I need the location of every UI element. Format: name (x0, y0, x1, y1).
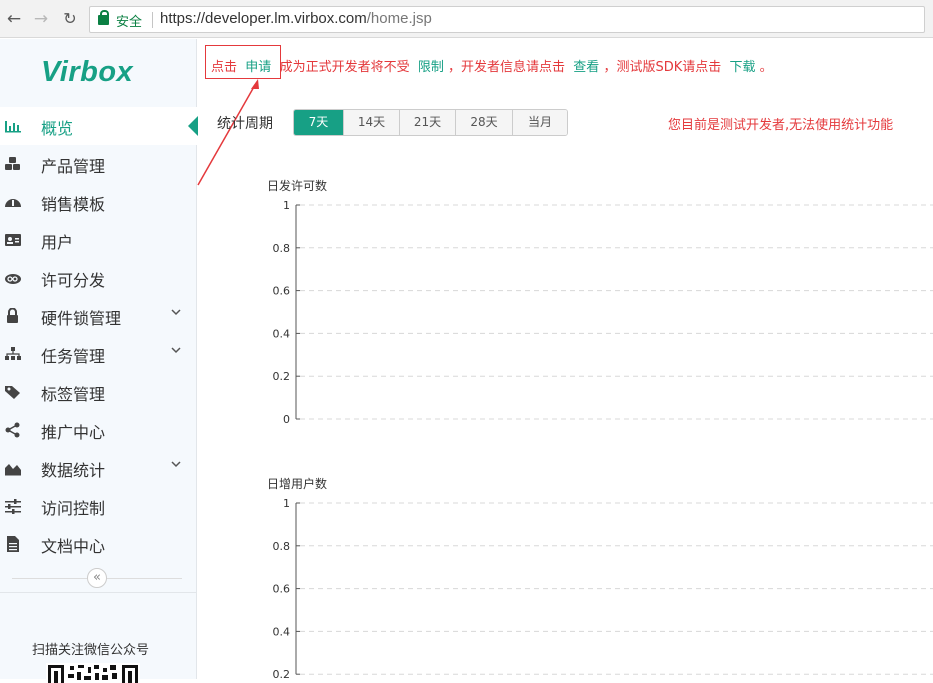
sidebar-item-label: 任务管理 (41, 347, 106, 366)
sidebar-item[interactable]: 文档中心 (0, 525, 197, 563)
sidebar-item-label: 文档中心 (41, 537, 106, 556)
developer-notice: 点击 申请 成为正式开发者将不受 限制 ，开发者信息请点击 查看 ，测试版SDK… (211, 56, 773, 75)
sidebar-item-label: 推广中心 (41, 423, 106, 442)
notice-text: 成为正式开发者将不受 (279, 60, 410, 75)
sidebar-divider (0, 592, 197, 593)
sidebar-item[interactable]: 数据统计 (0, 449, 197, 487)
view-link[interactable]: 查看 (573, 60, 599, 75)
chevron-down-icon (170, 344, 182, 360)
chart-plot: 1 0.8 0.6 0.4 0.2 (273, 497, 933, 681)
sidebar-item[interactable]: 硬件锁管理 (0, 297, 197, 335)
period-tab[interactable]: 当月 (513, 110, 567, 135)
period-tab[interactable]: 14天 (344, 110, 400, 135)
y-tick-label: 0.4 (273, 327, 291, 340)
sidebar-item-label: 用户 (41, 233, 74, 252)
sidebar-item-label: 产品管理 (41, 157, 106, 176)
forward-arrow-icon[interactable]: → (31, 8, 51, 30)
url-text[interactable]: https://developer.lm.virbox.com/home.jsp (160, 10, 432, 27)
notice-text: 。 (759, 60, 773, 75)
y-tick-label: 0 (283, 413, 290, 426)
sidebar-item-label: 硬件锁管理 (41, 309, 122, 328)
y-tick-label: 0.6 (273, 583, 291, 596)
document-icon (4, 536, 22, 552)
back-arrow-icon[interactable]: ← (4, 8, 24, 30)
y-tick-label: 1 (283, 497, 290, 510)
y-tick-label: 0.2 (273, 370, 291, 383)
browser-toolbar: ← → ↻ 安全 https://developer.lm.virbox.com… (0, 0, 933, 38)
sidebar-item-label: 访问控制 (41, 499, 106, 518)
notice-text: ，测试版SDK请点击 (603, 60, 722, 75)
chevron-down-icon (170, 306, 182, 322)
sidebar-item[interactable]: 任务管理 (0, 335, 197, 373)
y-tick-label: 0.2 (273, 668, 291, 681)
limit-link[interactable]: 限制 (418, 60, 444, 75)
tags-icon (4, 384, 22, 400)
qr-label: 扫描关注微信公众号 (32, 643, 150, 658)
url-host: https://developer.lm.virbox.com (160, 10, 367, 27)
y-tick-label: 0.8 (273, 540, 291, 553)
period-label: 统计周期 (217, 116, 273, 132)
sidebar-item[interactable]: 推广中心 (0, 411, 197, 449)
notice-text: 点击 (211, 60, 238, 75)
cubes-icon (4, 156, 22, 172)
dashboard-icon (4, 194, 22, 210)
y-tick-label: 1 (283, 199, 290, 212)
sidebar-item[interactable]: 概览 (0, 107, 198, 145)
chevron-down-icon (170, 458, 182, 474)
period-tab[interactable]: 28天 (456, 110, 513, 135)
sidebar-item-label: 销售模板 (41, 195, 106, 214)
notice-text: ，开发者信息请点击 (448, 60, 566, 75)
apply-link[interactable]: 申请 (245, 60, 271, 75)
lock-icon (98, 10, 109, 25)
reload-icon[interactable]: ↻ (60, 8, 80, 30)
chart-plot: 1 0.8 0.6 0.4 0.2 0 (273, 199, 933, 426)
address-bar[interactable]: 安全 https://developer.lm.virbox.com/home.… (89, 6, 925, 33)
collapse-sidebar-button[interactable]: « (87, 568, 107, 588)
period-tab[interactable]: 7天 (294, 110, 344, 135)
id-card-icon (4, 232, 22, 248)
sidebar-item-label: 许可分发 (41, 271, 106, 290)
area-chart-icon (4, 460, 22, 476)
sidebar-item[interactable]: 用户 (0, 221, 197, 259)
cloud-icon (4, 270, 22, 286)
period-tabs: 7天 14天 21天 28天 当月 (293, 109, 568, 136)
chart-daily-licenses: 日发许可数 1 0.8 0.6 0.4 0.2 0 (260, 177, 933, 437)
y-tick-label: 0.4 (273, 625, 291, 638)
logo[interactable]: Virbox (41, 56, 133, 89)
developer-warning: 您目前是测试开发者,无法使用统计功能 (668, 118, 894, 133)
sidebar: Virbox 概览产品管理销售模板用户许可分发硬件锁管理任务管理标签管理推广中心… (0, 39, 198, 683)
url-separator (152, 12, 153, 28)
period-tab[interactable]: 21天 (400, 110, 456, 135)
bar-chart-icon (4, 118, 22, 134)
sidebar-item[interactable]: 标签管理 (0, 373, 197, 411)
share-icon (4, 422, 22, 438)
chart-daily-new-users: 日增用户数 1 0.8 0.6 0.4 0.2 (260, 475, 933, 681)
sidebar-item-label: 标签管理 (41, 385, 106, 404)
y-tick-label: 0.8 (273, 242, 291, 255)
sitemap-icon (4, 346, 22, 362)
download-link[interactable]: 下载 (730, 60, 756, 75)
qr-code-image (46, 663, 140, 683)
sidebar-item[interactable]: 产品管理 (0, 145, 197, 183)
sidebar-item[interactable]: 销售模板 (0, 183, 197, 221)
sliders-icon (4, 498, 22, 514)
secure-label: 安全 (116, 15, 143, 30)
lock-icon (4, 307, 22, 324)
sidebar-item[interactable]: 许可分发 (0, 259, 197, 297)
sidebar-item-label: 数据统计 (41, 461, 106, 480)
sidebar-item[interactable]: 访问控制 (0, 487, 197, 525)
url-path: /home.jsp (366, 10, 432, 27)
sidebar-item-label: 概览 (41, 119, 74, 138)
y-tick-label: 0.6 (273, 285, 291, 298)
